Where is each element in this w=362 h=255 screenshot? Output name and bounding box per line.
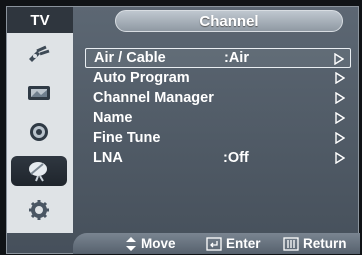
channel-dish-icon [29, 162, 47, 182]
sidebar-item-setup[interactable] [11, 195, 67, 225]
chevron-right-icon [335, 92, 345, 104]
chevron-right-icon [335, 152, 345, 164]
hint-enter: Enter [206, 236, 261, 251]
menu-item-channel-manager[interactable]: Channel Manager [85, 88, 351, 108]
enter-icon [206, 236, 222, 251]
menu-item-label: Auto Program [93, 70, 190, 86]
menu-item-name[interactable]: Name [85, 108, 351, 128]
hint-return: Return [283, 236, 347, 251]
chevron-right-icon [334, 53, 344, 65]
menu-item-label: LNA [93, 150, 123, 166]
menu-item-value: :Air [224, 50, 249, 66]
osd-window: TV Channel Air / Cable:Air Auto Program… [6, 6, 360, 254]
sidebar-item-sound[interactable] [11, 117, 67, 147]
menu-item-label: Fine Tune [93, 130, 161, 146]
return-icon [283, 236, 299, 251]
menu-item-label: Name [93, 110, 133, 126]
sound-icon [30, 123, 48, 141]
hint-move: Move [125, 236, 176, 251]
menu-item-label: Air / Cable [94, 50, 166, 66]
menu-item-fine-tune[interactable]: Fine Tune [85, 128, 351, 148]
menu-item-lna[interactable]: LNA :Off [85, 148, 351, 168]
menu-item-air-cable[interactable]: Air / Cable :Air [85, 48, 351, 68]
menu-item-label: Channel Manager [93, 90, 214, 106]
menu-item-value: :Off [223, 150, 249, 166]
picture-icon [28, 86, 50, 100]
antenna-icon [29, 45, 50, 62]
sidebar [7, 33, 73, 233]
sidebar-item-channel[interactable] [11, 156, 67, 186]
chevron-right-icon [335, 72, 345, 84]
footer-hints: Move Enter Return [73, 233, 360, 254]
hint-enter-label: Enter [226, 236, 261, 251]
channel-menu: Air / Cable :Air Auto Program Channel Ma… [79, 39, 355, 229]
page-title: Channel [115, 10, 343, 32]
sidebar-item-picture[interactable] [11, 78, 67, 108]
hint-return-label: Return [303, 236, 347, 251]
chevron-right-icon [335, 132, 345, 144]
hint-move-label: Move [141, 236, 176, 251]
setup-gear-icon [29, 200, 49, 220]
screen-frame: TV Channel Air / Cable:Air Auto Program… [0, 0, 362, 255]
sidebar-item-input[interactable] [11, 39, 67, 69]
header-section-label: TV [7, 7, 73, 33]
menu-item-auto-program[interactable]: Auto Program [85, 68, 351, 88]
up-down-arrows-icon [126, 236, 136, 251]
chevron-right-icon [335, 112, 345, 124]
